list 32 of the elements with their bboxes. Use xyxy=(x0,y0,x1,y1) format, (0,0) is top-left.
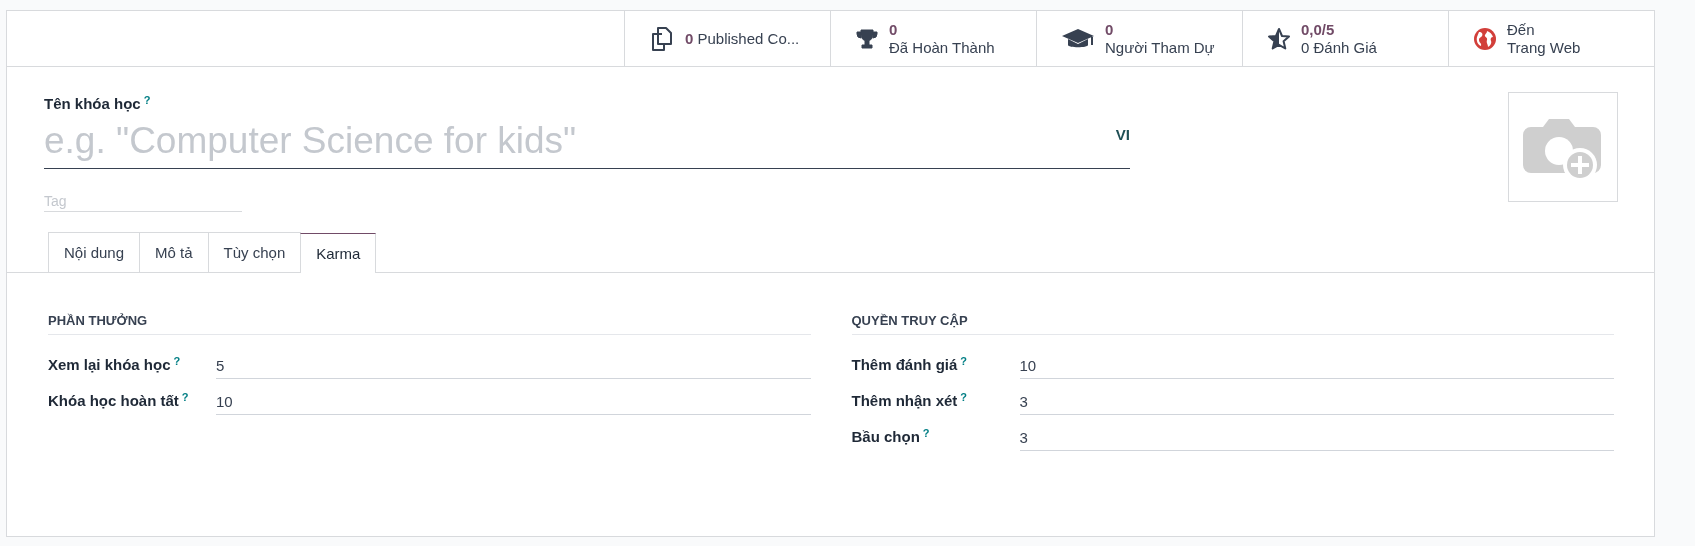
star-icon xyxy=(1267,26,1291,51)
field-label: Thêm nhận xét xyxy=(851,392,958,409)
field-label: Bầu chọn xyxy=(851,428,920,445)
stat-label: Đã Hoàn Thành xyxy=(889,38,995,57)
field-label: Thêm đánh giá xyxy=(851,356,958,373)
help-mark[interactable]: ? xyxy=(922,428,930,439)
section-title: PHẦN THƯỞNG xyxy=(48,313,811,335)
help-mark[interactable]: ? xyxy=(960,392,968,403)
tab[interactable]: Karma xyxy=(300,233,377,273)
stat-label: 0 Đánh Giá xyxy=(1301,38,1377,57)
help-mark[interactable]: ? xyxy=(960,356,968,367)
field-label: Xem lại khóa học xyxy=(48,356,171,373)
globe-icon xyxy=(1473,26,1497,51)
link-label: Đến xyxy=(1507,20,1536,39)
trophy-icon xyxy=(855,26,879,51)
link-label: Trang Web xyxy=(1507,38,1581,57)
help-mark[interactable]: ? xyxy=(173,356,181,367)
language-button[interactable]: VI xyxy=(1115,116,1130,143)
help-mark[interactable]: ? xyxy=(181,392,189,403)
tab[interactable]: Nội dung xyxy=(48,232,141,272)
documents-icon xyxy=(649,25,675,52)
stat-label: 0 Published Co... xyxy=(685,29,800,48)
field-label: Khóa học hoàn tất xyxy=(48,392,179,409)
stat-value: 0 xyxy=(889,20,899,39)
stat-value: 0 xyxy=(1105,20,1115,39)
image-upload[interactable] xyxy=(1508,92,1618,202)
field-label: Tên khóa học xyxy=(44,95,141,112)
stat-value: 0,0/5 xyxy=(1301,20,1336,39)
help-mark[interactable]: ? xyxy=(143,95,151,106)
stat-label: Người Tham Dự xyxy=(1105,38,1215,57)
section-title: QUYỀN TRUY CẬP xyxy=(851,313,1614,335)
course-name-field[interactable]: e.g. "Computer Science for kids" VI xyxy=(44,116,1130,169)
